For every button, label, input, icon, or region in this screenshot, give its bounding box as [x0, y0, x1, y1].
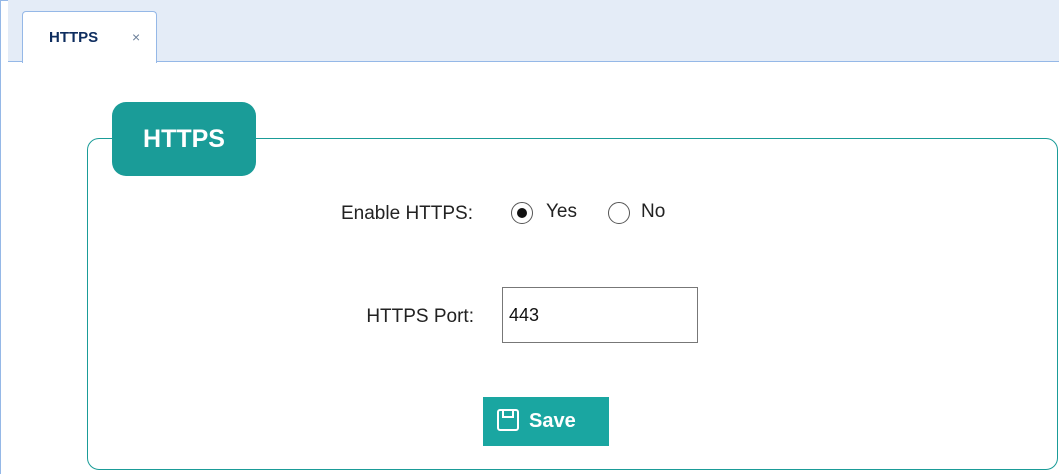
save-icon: [497, 409, 519, 431]
tab-close-icon[interactable]: ×: [132, 29, 140, 46]
panel-legend: HTTPS: [112, 102, 256, 176]
save-button[interactable]: Save: [483, 397, 609, 446]
radio-no-label[interactable]: No: [641, 201, 665, 223]
radio-yes[interactable]: [511, 202, 533, 224]
enable-https-label: Enable HTTPS:: [341, 203, 473, 224]
tab-https[interactable]: HTTPS ×: [22, 11, 157, 63]
radio-yes-label[interactable]: Yes: [546, 201, 577, 223]
tab-bar: HTTPS ×: [8, 0, 1059, 63]
https-port-label: HTTPS Port:: [366, 306, 474, 327]
tab-label: HTTPS: [49, 29, 99, 46]
https-port-input[interactable]: [502, 287, 698, 343]
radio-no[interactable]: [608, 202, 630, 224]
save-label: Save: [529, 410, 576, 432]
